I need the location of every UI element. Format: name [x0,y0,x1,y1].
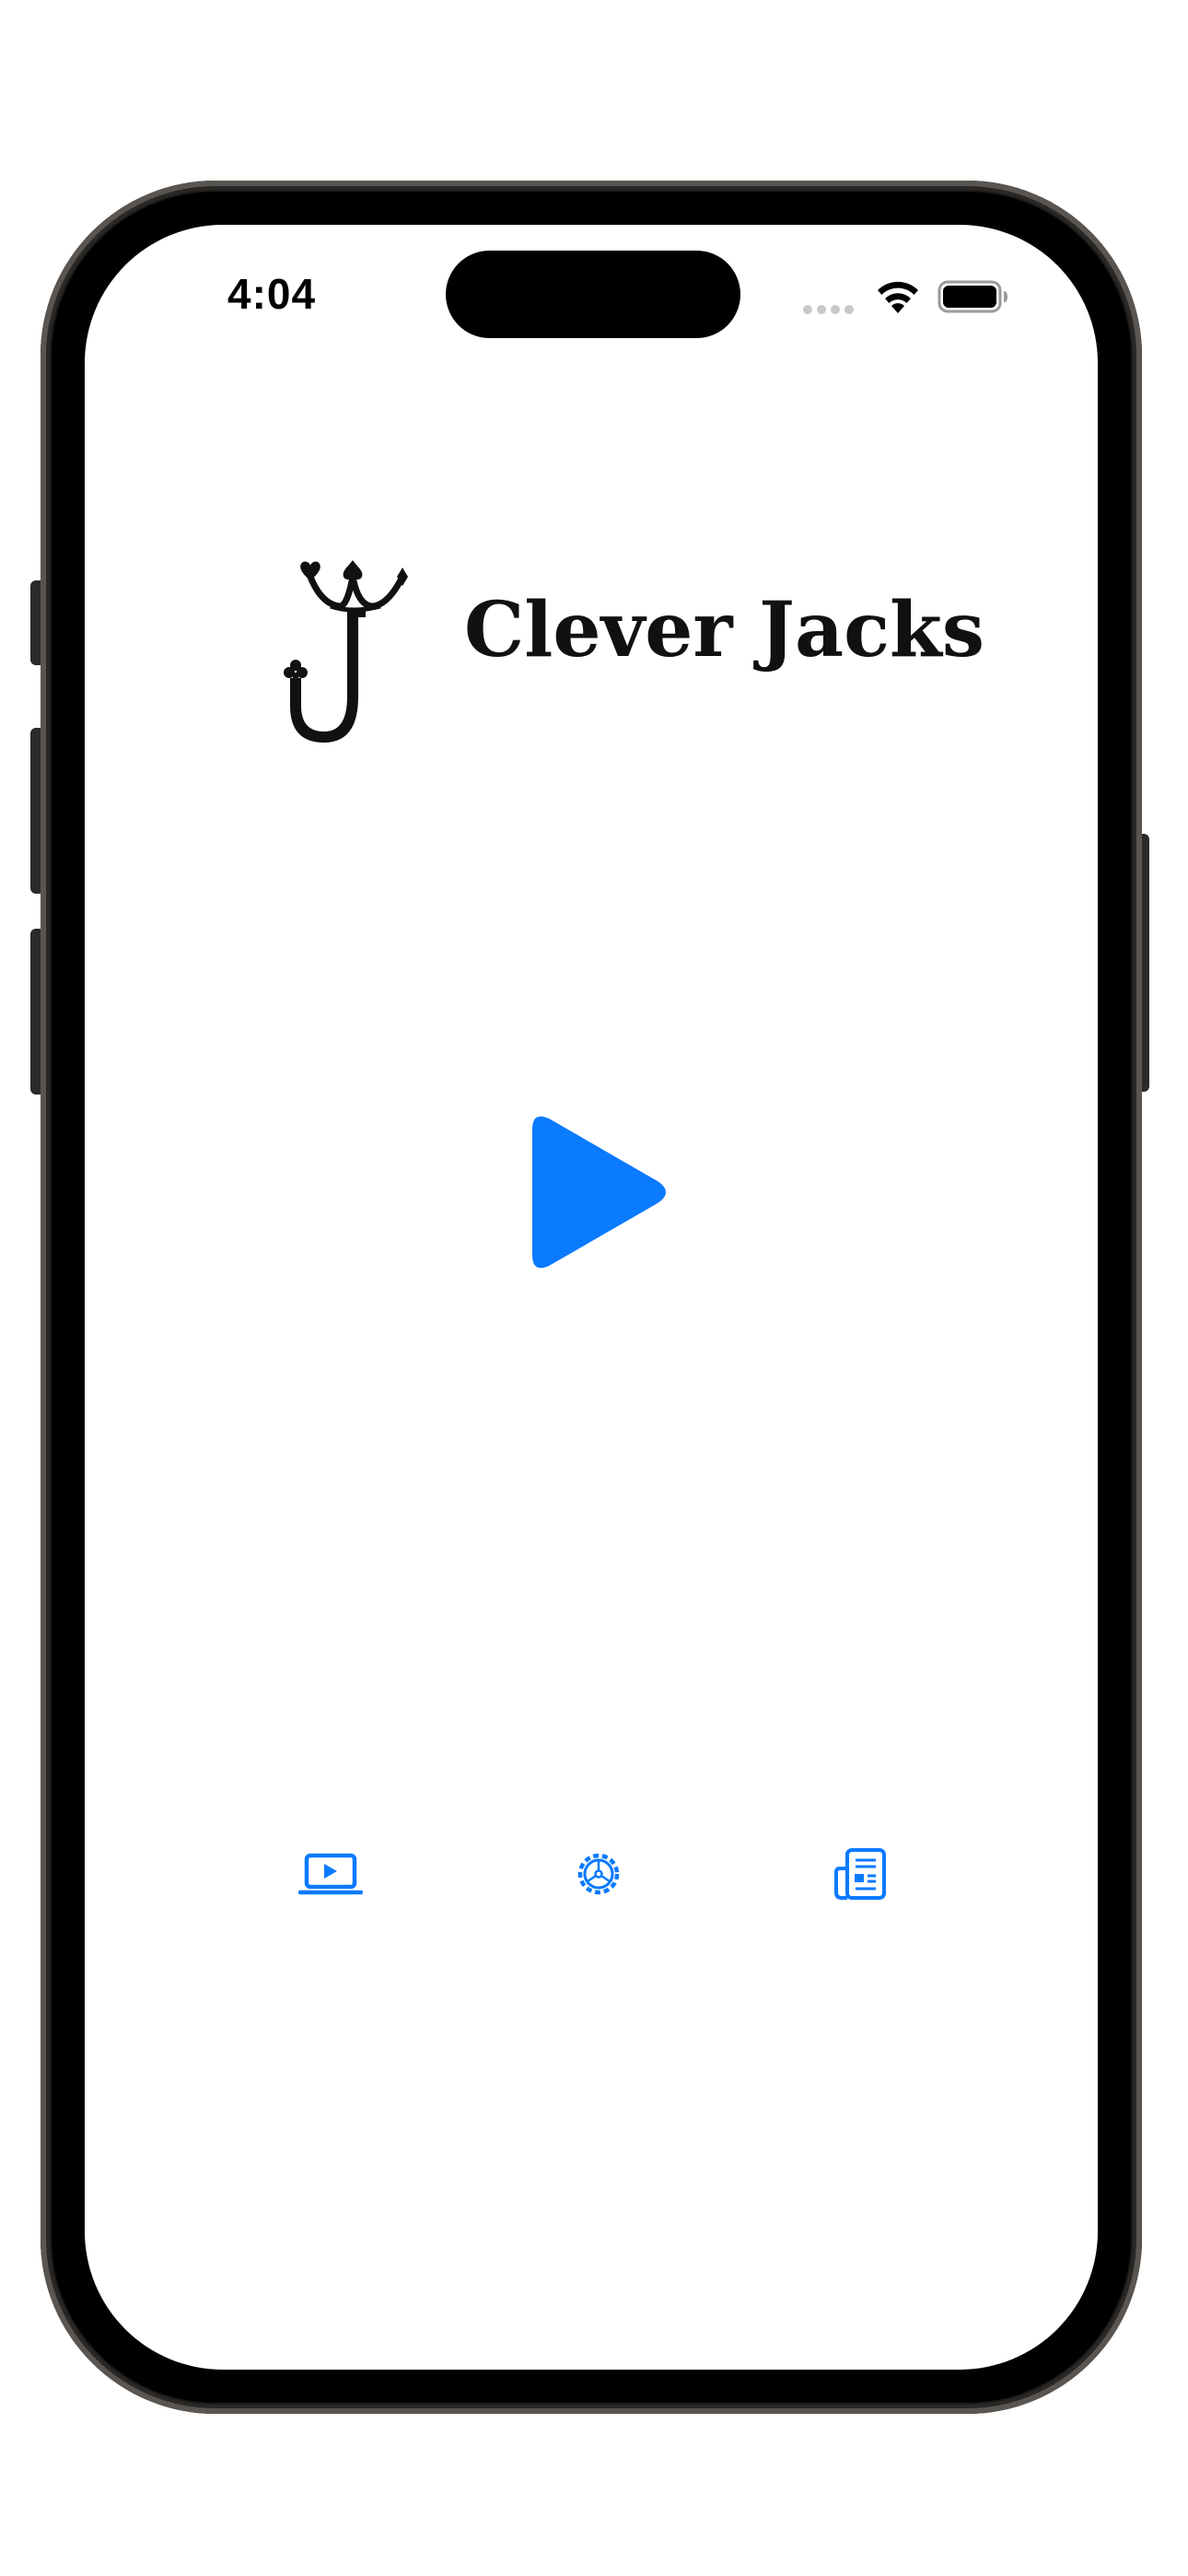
gear-icon [577,1853,620,1895]
jack-crown-logo [284,560,408,743]
dynamic-island [446,251,740,338]
device-stage: 4:04 Clever Jacks [0,0,1188,2576]
battery-icon [938,280,1007,313]
settings-button[interactable] [566,1846,631,1902]
app-screen: 4:04 Clever Jacks [85,225,1098,2370]
status-time: 4:04 [227,270,317,318]
cellular-signal-icon [803,302,858,314]
laptop-play-icon [298,1853,363,1895]
play-icon [532,1116,666,1269]
app-title: Clever Jacks [464,586,984,674]
newspaper-icon [834,1848,886,1900]
play-button[interactable] [518,1109,674,1275]
wifi-icon [878,281,918,313]
news-button[interactable] [829,1846,893,1902]
tutorial-button[interactable] [298,1846,363,1902]
